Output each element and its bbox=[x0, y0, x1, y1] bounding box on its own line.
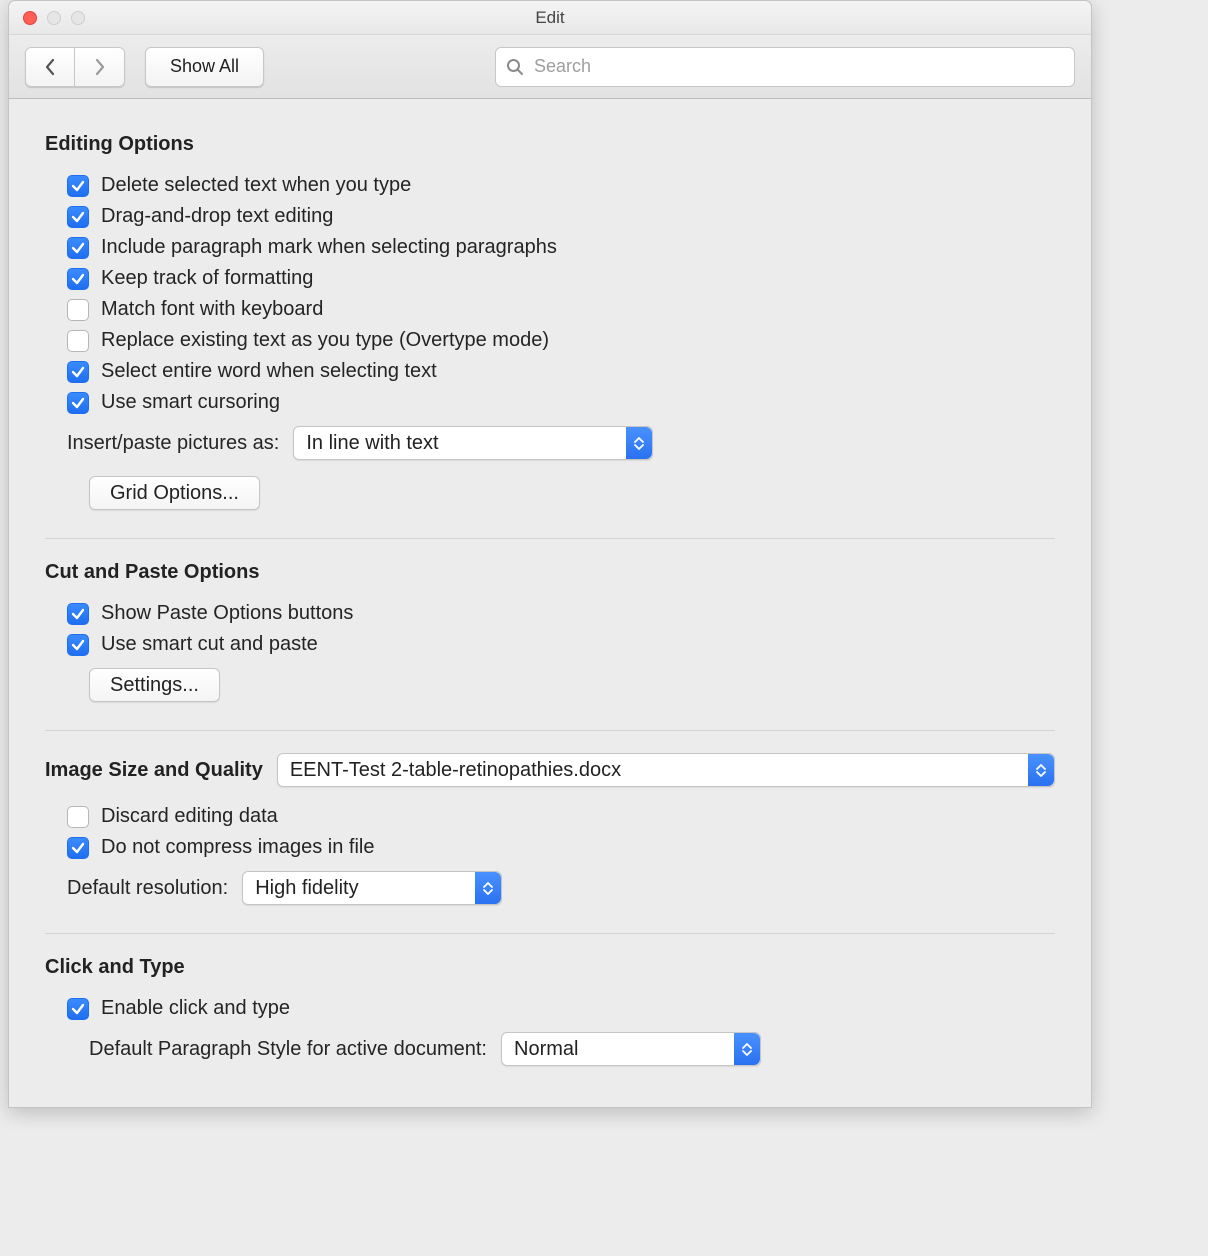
checkbox[interactable] bbox=[67, 206, 89, 228]
select-stepper-icon bbox=[626, 427, 652, 459]
option-use-smart-cut-and-paste[interactable]: Use smart cut and paste bbox=[45, 629, 1055, 660]
checkbox[interactable] bbox=[67, 237, 89, 259]
section-image-size-and-quality: Image Size and Quality EENT-Test 2-table… bbox=[45, 753, 1055, 934]
checkbox[interactable] bbox=[67, 361, 89, 383]
option-label: Delete selected text when you type bbox=[101, 174, 411, 197]
option-label: Show Paste Options buttons bbox=[101, 602, 353, 625]
option-label: Include paragraph mark when selecting pa… bbox=[101, 236, 557, 259]
chevron-right-icon bbox=[94, 58, 106, 76]
option-show-paste-options-buttons[interactable]: Show Paste Options buttons bbox=[45, 598, 1055, 629]
grid-options-row: Grid Options... bbox=[45, 468, 1055, 518]
insert-pictures-row: Insert/paste pictures as: In line with t… bbox=[45, 418, 1055, 468]
checkbox[interactable] bbox=[67, 330, 89, 352]
option-do-not-compress-images[interactable]: Do not compress images in file bbox=[45, 832, 1055, 863]
option-label: Replace existing text as you type (Overt… bbox=[101, 329, 549, 352]
search-icon bbox=[506, 58, 524, 76]
chevron-left-icon bbox=[44, 58, 56, 76]
search-field-container[interactable] bbox=[495, 47, 1075, 87]
nav-segmented-control bbox=[25, 47, 125, 87]
option-label: Match font with keyboard bbox=[101, 298, 323, 321]
default-resolution-label: Default resolution: bbox=[67, 877, 228, 900]
toolbar: Show All bbox=[9, 35, 1091, 99]
option-discard-editing-data[interactable]: Discard editing data bbox=[45, 801, 1055, 832]
option-label: Use smart cut and paste bbox=[101, 633, 318, 656]
titlebar: Edit bbox=[9, 1, 1091, 35]
default-paragraph-style-row: Default Paragraph Style for active docum… bbox=[45, 1024, 1055, 1074]
section-editing-options: Editing Options Delete selected text whe… bbox=[45, 133, 1055, 539]
select-value: In line with text bbox=[306, 432, 438, 455]
grid-options-button[interactable]: Grid Options... bbox=[89, 476, 260, 510]
option-include-paragraph-mark[interactable]: Include paragraph mark when selecting pa… bbox=[45, 232, 1055, 263]
option-replace-existing-text[interactable]: Replace existing text as you type (Overt… bbox=[45, 325, 1055, 356]
option-match-font-with-keyboard[interactable]: Match font with keyboard bbox=[45, 294, 1055, 325]
back-button[interactable] bbox=[25, 47, 75, 87]
option-enable-click-and-type[interactable]: Enable click and type bbox=[45, 993, 1055, 1024]
section-title: Image Size and Quality bbox=[45, 759, 263, 782]
option-label: Use smart cursoring bbox=[101, 391, 280, 414]
checkbox[interactable] bbox=[67, 268, 89, 290]
checkbox[interactable] bbox=[67, 806, 89, 828]
select-value: High fidelity bbox=[255, 877, 358, 900]
search-input[interactable] bbox=[532, 55, 1064, 78]
forward-button[interactable] bbox=[75, 47, 125, 87]
checkbox[interactable] bbox=[67, 837, 89, 859]
section-title: Click and Type bbox=[45, 956, 1055, 979]
section-title: Cut and Paste Options bbox=[45, 561, 1055, 584]
checkbox[interactable] bbox=[67, 634, 89, 656]
option-label: Do not compress images in file bbox=[101, 836, 374, 859]
image-quality-document-select[interactable]: EENT-Test 2-table-retinopathies.docx bbox=[277, 753, 1055, 787]
checkbox[interactable] bbox=[67, 603, 89, 625]
select-value: EENT-Test 2-table-retinopathies.docx bbox=[290, 759, 621, 782]
option-label: Select entire word when selecting text bbox=[101, 360, 437, 383]
select-stepper-icon bbox=[1028, 754, 1054, 786]
section-click-and-type: Click and Type Enable click and type Def… bbox=[45, 956, 1055, 1094]
window-title: Edit bbox=[9, 8, 1091, 28]
show-all-button[interactable]: Show All bbox=[145, 47, 264, 87]
option-drag-and-drop-editing[interactable]: Drag-and-drop text editing bbox=[45, 201, 1055, 232]
option-label: Drag-and-drop text editing bbox=[101, 205, 333, 228]
preferences-window: Edit Show All Editing Options Delete sel… bbox=[8, 0, 1092, 1108]
default-paragraph-style-select[interactable]: Normal bbox=[501, 1032, 761, 1066]
checkbox[interactable] bbox=[67, 998, 89, 1020]
checkbox[interactable] bbox=[67, 299, 89, 321]
checkbox[interactable] bbox=[67, 175, 89, 197]
default-paragraph-style-label: Default Paragraph Style for active docum… bbox=[89, 1038, 487, 1061]
section-cut-and-paste-options: Cut and Paste Options Show Paste Options… bbox=[45, 561, 1055, 731]
option-label: Discard editing data bbox=[101, 805, 278, 828]
select-stepper-icon bbox=[475, 872, 501, 904]
option-select-entire-word[interactable]: Select entire word when selecting text bbox=[45, 356, 1055, 387]
preferences-content: Editing Options Delete selected text whe… bbox=[9, 99, 1091, 1094]
insert-pictures-select[interactable]: In line with text bbox=[293, 426, 653, 460]
section-title: Editing Options bbox=[45, 133, 1055, 156]
default-resolution-select[interactable]: High fidelity bbox=[242, 871, 502, 905]
insert-pictures-label: Insert/paste pictures as: bbox=[67, 432, 279, 455]
select-value: Normal bbox=[514, 1038, 578, 1061]
option-label: Keep track of formatting bbox=[101, 267, 313, 290]
checkbox[interactable] bbox=[67, 392, 89, 414]
option-delete-selected-text[interactable]: Delete selected text when you type bbox=[45, 170, 1055, 201]
settings-row: Settings... bbox=[45, 660, 1055, 710]
option-keep-track-of-formatting[interactable]: Keep track of formatting bbox=[45, 263, 1055, 294]
option-use-smart-cursoring[interactable]: Use smart cursoring bbox=[45, 387, 1055, 418]
default-resolution-row: Default resolution: High fidelity bbox=[45, 863, 1055, 913]
option-label: Enable click and type bbox=[101, 997, 290, 1020]
settings-button[interactable]: Settings... bbox=[89, 668, 220, 702]
select-stepper-icon bbox=[734, 1033, 760, 1065]
